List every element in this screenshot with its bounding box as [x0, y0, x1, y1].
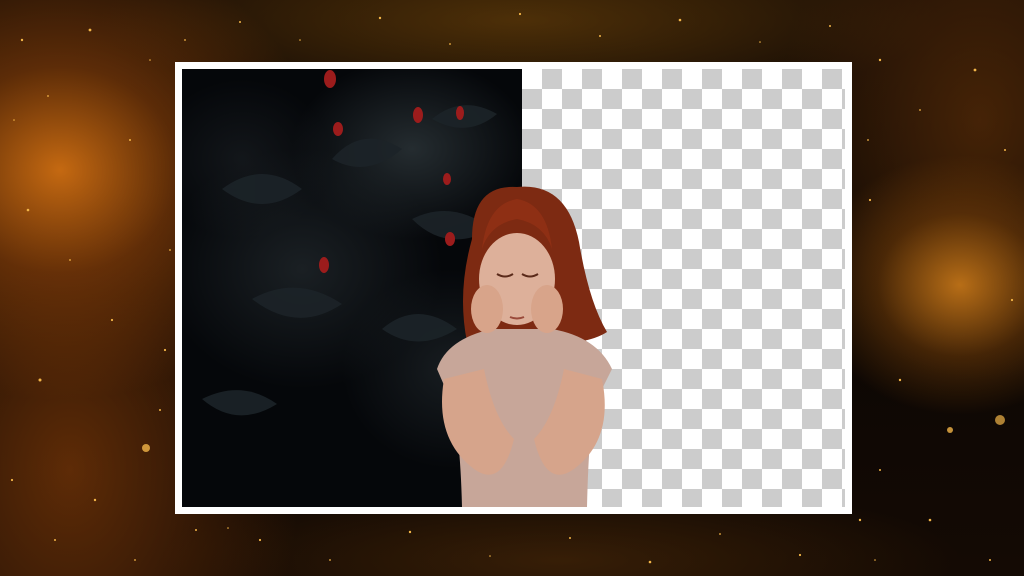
photo-frame — [175, 62, 852, 514]
red-flower-buds — [319, 70, 464, 273]
photo-area — [182, 69, 845, 507]
background-scene — [0, 0, 1024, 576]
foliage-and-girl-illustration — [202, 70, 612, 507]
